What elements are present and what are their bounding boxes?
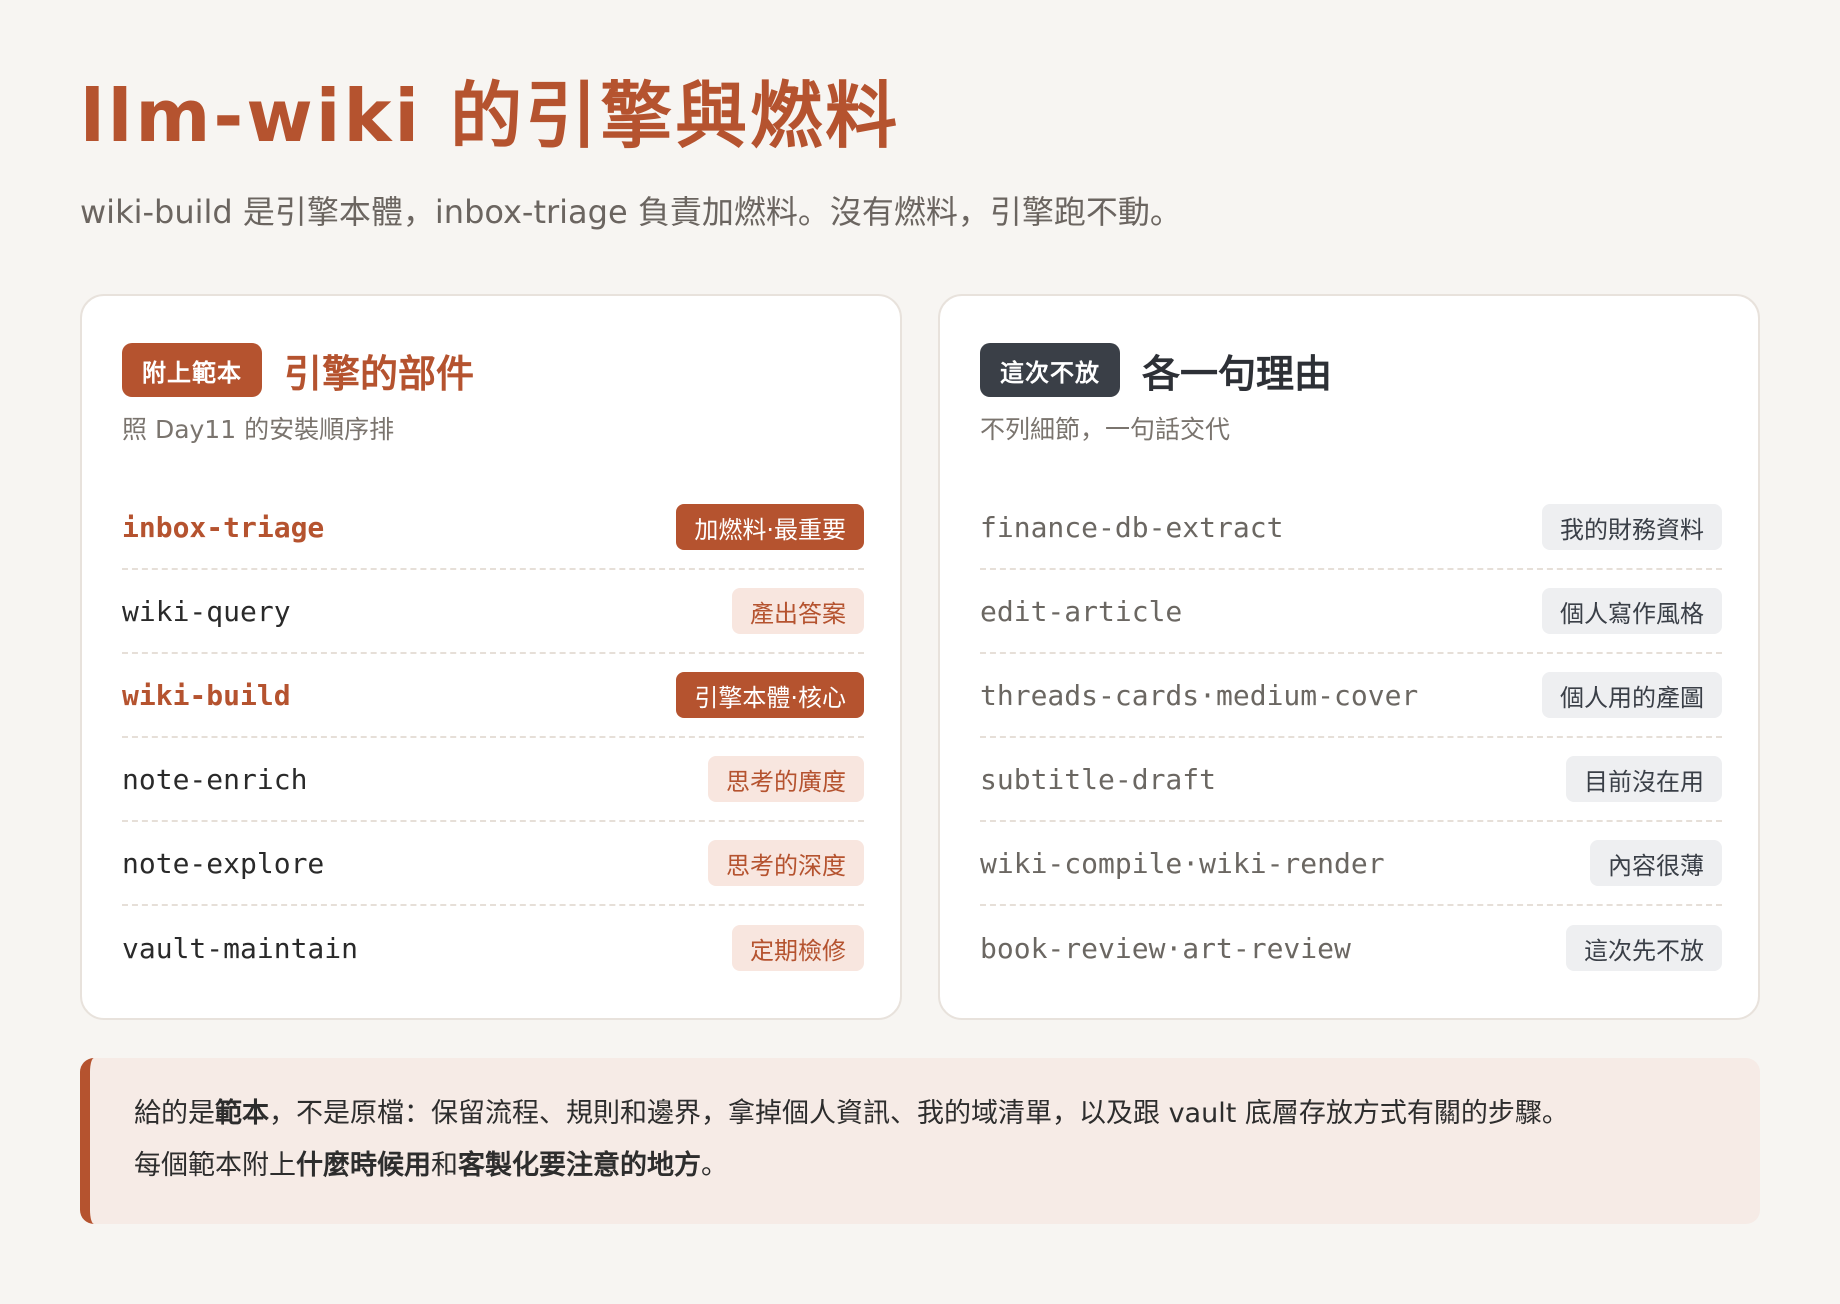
skill-name: edit-article bbox=[980, 594, 1183, 628]
skill-tag: 定期檢修 bbox=[732, 925, 864, 971]
skill-tag: 產出答案 bbox=[732, 588, 864, 634]
callout-emphasis: 什麼時候用 bbox=[296, 1150, 431, 1181]
list-item: inbox-triage 加燃料·最重要 bbox=[122, 486, 864, 570]
reason-tag: 個人寫作風格 bbox=[1542, 588, 1722, 634]
list-item: note-enrich 思考的廣度 bbox=[122, 738, 864, 822]
skill-tag: 思考的廣度 bbox=[708, 756, 864, 802]
not-included-badge: 這次不放 bbox=[980, 343, 1120, 397]
list-item: book-review·art-review 這次先不放 bbox=[980, 906, 1722, 990]
engine-parts-list: inbox-triage 加燃料·最重要 wiki-query 產出答案 wik… bbox=[122, 486, 864, 990]
skill-name: vault-maintain bbox=[122, 931, 359, 965]
list-item: wiki-query 產出答案 bbox=[122, 570, 864, 654]
callout-text: 和 bbox=[431, 1150, 458, 1181]
callout-emphasis: 範本 bbox=[215, 1098, 269, 1129]
list-item: edit-article 個人寫作風格 bbox=[980, 570, 1722, 654]
list-item: wiki-compile·wiki-render 內容很薄 bbox=[980, 822, 1722, 906]
card-note: 照 Day11 的安裝順序排 bbox=[122, 415, 395, 444]
reason-tag: 內容很薄 bbox=[1590, 840, 1722, 886]
callout-emphasis: 客製化要注意的地方 bbox=[458, 1150, 701, 1181]
callout-text: 給的是 bbox=[134, 1098, 215, 1129]
list-item: note-explore 思考的深度 bbox=[122, 822, 864, 906]
included-template-badge: 附上範本 bbox=[122, 343, 262, 397]
skill-name: book-review·art-review bbox=[980, 931, 1351, 965]
reason-tag: 目前沒在用 bbox=[1566, 756, 1722, 802]
card-title: 各一句理由 bbox=[1142, 351, 1333, 396]
skill-name: inbox-triage bbox=[122, 510, 325, 544]
skill-name: wiki-compile·wiki-render bbox=[980, 846, 1385, 880]
card-header: 這次不放 各一句理由 bbox=[980, 342, 1332, 398]
callout-line-1: 給的是範本，不是原檔：保留流程、規則和邊界，拿掉個人資訊、我的域清單，以及跟 v… bbox=[134, 1088, 1716, 1140]
engine-parts-card: 附上範本 引擎的部件 照 Day11 的安裝順序排 inbox-triage 加… bbox=[80, 294, 902, 1020]
skill-name: wiki-build bbox=[122, 678, 291, 712]
callout-text: ，不是原檔：保留流程、規則和邊界，拿掉個人資訊、我的域清單，以及跟 vault … bbox=[269, 1098, 1569, 1129]
reason-tag: 個人用的產圖 bbox=[1542, 672, 1722, 718]
list-item: threads-cards·medium-cover 個人用的產圖 bbox=[980, 654, 1722, 738]
excluded-skills-list: finance-db-extract 我的財務資料 edit-article 個… bbox=[980, 486, 1722, 990]
list-item: subtitle-draft 目前沒在用 bbox=[980, 738, 1722, 822]
callout-line-2: 每個範本附上什麼時候用和客製化要注意的地方。 bbox=[134, 1140, 1716, 1192]
page-subtitle: wiki-build 是引擎本體，inbox-triage 負責加燃料。沒有燃料… bbox=[80, 193, 1182, 231]
card-header: 附上範本 引擎的部件 bbox=[122, 342, 474, 398]
skill-name: threads-cards·medium-cover bbox=[980, 678, 1419, 712]
reason-tag: 這次先不放 bbox=[1566, 925, 1722, 971]
skill-name: note-enrich bbox=[122, 762, 308, 796]
callout-text: 每個範本附上 bbox=[134, 1150, 296, 1181]
skill-tag: 加燃料·最重要 bbox=[676, 504, 864, 550]
list-item: vault-maintain 定期檢修 bbox=[122, 906, 864, 990]
page-title: llm-wiki 的引擎與燃料 bbox=[80, 74, 901, 158]
reason-tag: 我的財務資料 bbox=[1542, 504, 1722, 550]
card-title: 引擎的部件 bbox=[284, 351, 475, 396]
skill-tag: 引擎本體·核心 bbox=[676, 672, 864, 718]
skill-tag: 思考的深度 bbox=[708, 840, 864, 886]
list-item: finance-db-extract 我的財務資料 bbox=[980, 486, 1722, 570]
skill-name: wiki-query bbox=[122, 594, 291, 628]
excluded-skills-card: 這次不放 各一句理由 不列細節，一句話交代 finance-db-extract… bbox=[938, 294, 1760, 1020]
card-note: 不列細節，一句話交代 bbox=[980, 415, 1231, 444]
list-item: wiki-build 引擎本體·核心 bbox=[122, 654, 864, 738]
skill-name: subtitle-draft bbox=[980, 762, 1217, 796]
skill-name: note-explore bbox=[122, 846, 325, 880]
template-note-callout: 給的是範本，不是原檔：保留流程、規則和邊界，拿掉個人資訊、我的域清單，以及跟 v… bbox=[80, 1058, 1760, 1224]
skill-name: finance-db-extract bbox=[980, 510, 1284, 544]
callout-text: 。 bbox=[701, 1150, 728, 1181]
